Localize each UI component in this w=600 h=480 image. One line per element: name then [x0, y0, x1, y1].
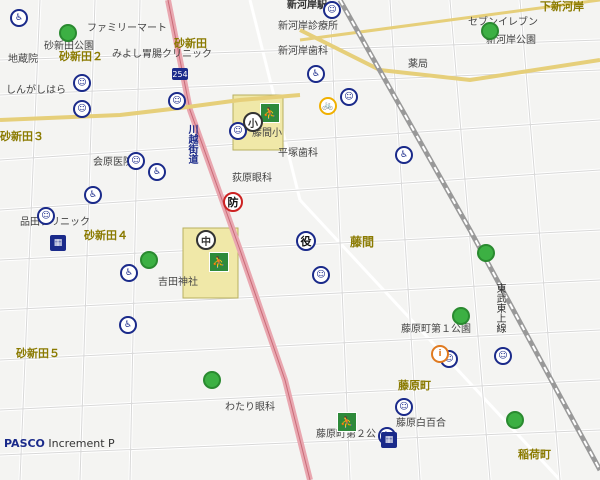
doctor-icon[interactable]: ☺: [395, 398, 413, 416]
fire-station-icon[interactable]: 防: [223, 192, 243, 212]
wheelchair-icon[interactable]: ♿: [119, 316, 137, 334]
fujiwara1-park-label: 藤原町第１公園: [401, 324, 471, 335]
park-icon[interactable]: [203, 371, 221, 389]
bicycle-parking-icon[interactable]: 🚲: [319, 97, 337, 115]
family-mart-label: ファミリーマート: [87, 23, 167, 34]
area-sunashinden-3: 砂新田３: [0, 130, 44, 143]
doctor-icon[interactable]: ☺: [127, 152, 145, 170]
area-fujiwara-town: 藤原町: [398, 379, 431, 392]
city-hall-icon[interactable]: 役: [296, 231, 316, 251]
shinkawa-dental-label: 新河岸歯科: [278, 46, 328, 57]
sports-facility-icon[interactable]: ⛹: [260, 103, 280, 123]
hiratsuka-dental-label: 平塚歯科: [278, 148, 318, 159]
map-canvas[interactable]: 新河岸駅 下新河岸 セブンイレブン 新河岸公園 新河岸診療所 新河岸歯科 薬局 …: [0, 0, 600, 480]
elementary-school-icon[interactable]: 小: [243, 112, 263, 132]
doctor-icon[interactable]: ☺: [37, 207, 55, 225]
miyoshi-clinic-label: みよし胃腸クリニック: [112, 49, 212, 60]
ogikubo-eye-label: 荻原眼科: [232, 173, 272, 184]
park-icon[interactable]: [506, 411, 524, 429]
junior-high-school-icon[interactable]: 中: [196, 230, 216, 250]
shingashi-clinic-label: 新河岸診療所: [278, 21, 338, 32]
park-icon[interactable]: [481, 22, 499, 40]
kaido-label: 川越街道: [186, 124, 197, 164]
shinagawa-clinic-label: 品田クリニック: [20, 217, 90, 228]
wheelchair-icon[interactable]: ♿: [148, 163, 166, 181]
area-sunashinden-2: 砂新田２: [59, 50, 103, 63]
attribution: PASCO Increment P: [4, 437, 115, 450]
area-shimo-shingashi: 下新河岸: [540, 0, 584, 13]
wheelchair-icon[interactable]: ♿: [307, 65, 325, 83]
area-inari: 稲荷町: [518, 448, 551, 461]
park-icon[interactable]: [477, 244, 495, 262]
public-building-icon[interactable]: ▦: [381, 432, 397, 448]
public-building-icon[interactable]: ▦: [50, 235, 66, 251]
doctor-icon[interactable]: ☺: [340, 88, 358, 106]
seven-eleven-label: セブンイレブン: [468, 17, 538, 28]
fujiwara-shiraiyuri-label: 藤原白百合: [396, 418, 446, 429]
increment-p-logo: Increment P: [48, 437, 115, 450]
sports-facility-icon[interactable]: ⛹: [337, 412, 357, 432]
area-fujima: 藤間: [350, 235, 375, 249]
pasco-logo: PASCO: [4, 437, 45, 450]
wheelchair-icon[interactable]: ♿: [10, 9, 28, 27]
watari-eye-label: わたり眼科: [225, 402, 275, 413]
wheelchair-icon[interactable]: ♿: [395, 146, 413, 164]
wheelchair-icon[interactable]: ♿: [120, 264, 138, 282]
tobu-tojo-line-label: 東武東上線: [494, 283, 505, 333]
doctor-icon[interactable]: ☺: [168, 92, 186, 110]
route-254-shield: 254: [172, 68, 188, 80]
area-sunashinden-4: 砂新田４: [84, 229, 128, 242]
doctor-icon[interactable]: ☺: [73, 74, 91, 92]
area-sunashinden-5: 砂新田５: [16, 347, 60, 360]
yoshida-shrine-label: 吉田神社: [158, 277, 198, 288]
park-icon[interactable]: [140, 251, 158, 269]
station-label[interactable]: 新河岸駅: [287, 1, 327, 11]
park-icon[interactable]: [452, 307, 470, 325]
jizodo-label: 地蔵院: [8, 54, 38, 65]
wheelchair-icon[interactable]: ♿: [84, 186, 102, 204]
doctor-icon[interactable]: ☺: [73, 100, 91, 118]
area-sunashinden: 砂新田: [174, 37, 207, 50]
doctor-icon[interactable]: ☺: [323, 1, 341, 19]
doctor-icon[interactable]: ☺: [312, 266, 330, 284]
sports-facility-icon[interactable]: ⛹: [209, 252, 229, 272]
info-icon[interactable]: i: [431, 345, 449, 363]
doctor-icon[interactable]: ☺: [494, 347, 512, 365]
pharmacy-label: 薬局: [408, 59, 428, 70]
kasahara-label: しんがしはら: [6, 85, 66, 96]
park-icon[interactable]: [59, 24, 77, 42]
